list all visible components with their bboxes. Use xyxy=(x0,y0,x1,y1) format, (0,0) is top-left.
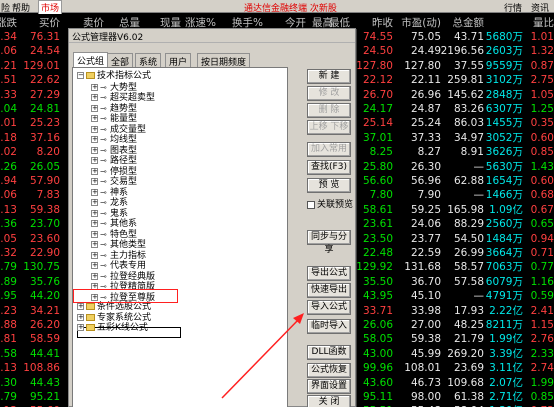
app-window: 险 帮助 市场 通达信金融终端 次新股 行情 资讯 涨跌 买价 卖价 总量 现量 涨速% 换… xyxy=(0,0,554,407)
red-arrow-annotation xyxy=(221,313,304,399)
